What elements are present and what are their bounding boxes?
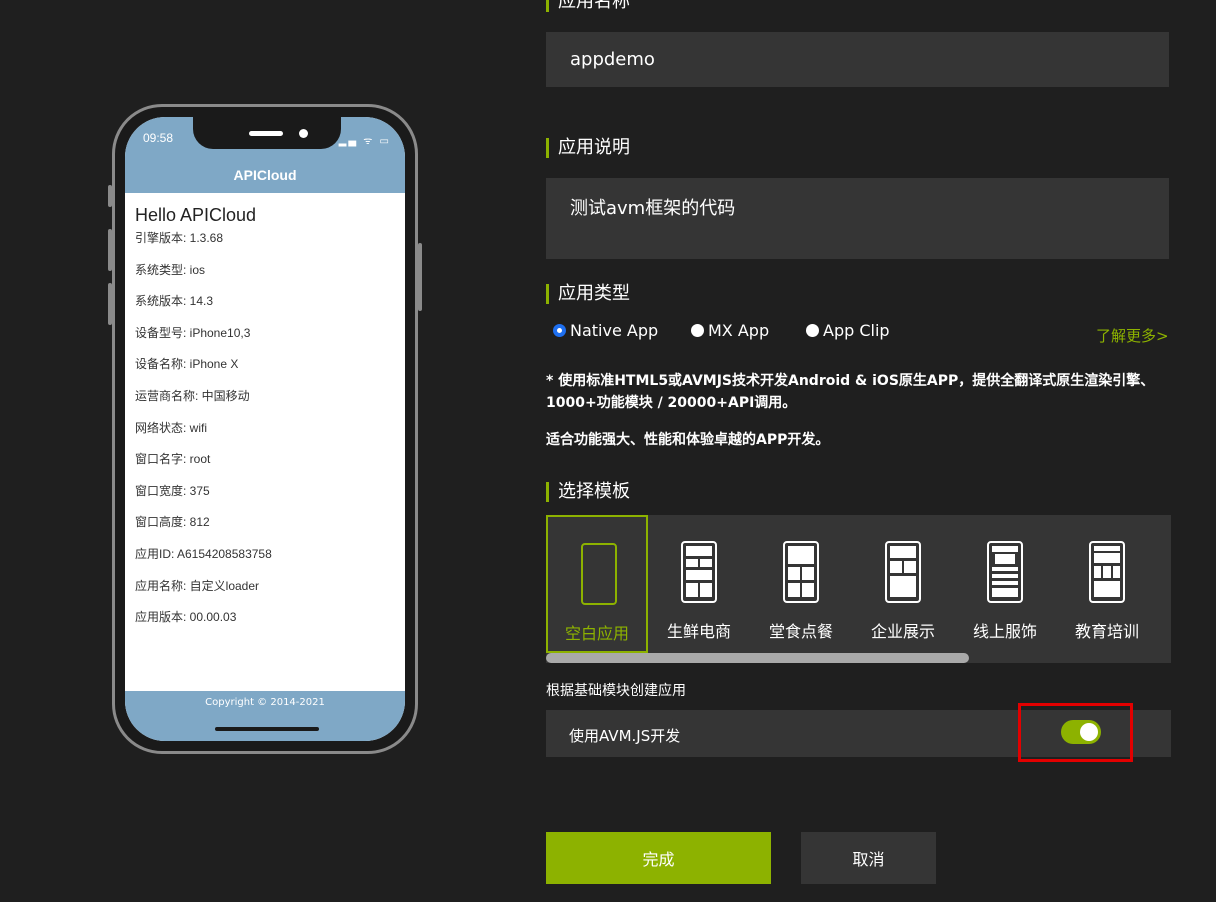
online-apparel-template-icon — [987, 541, 1023, 603]
radio-mx-app[interactable]: MX App — [691, 321, 769, 340]
learn-more-link[interactable]: 了解更多> — [1096, 325, 1169, 346]
app-desc-label: 应用说明 — [546, 138, 630, 158]
dine-in-order-template-icon — [783, 541, 819, 603]
radio-label: Native App — [570, 321, 659, 340]
template-label-text: 教育培训 — [1074, 622, 1139, 641]
speaker-icon — [249, 131, 283, 136]
avm-label: 使用AVM.JS开发 — [569, 727, 681, 745]
app-desc-textarea[interactable]: 测试avm框架的代码 — [546, 178, 1169, 259]
template-label-text: 线上服饰 — [972, 622, 1037, 641]
radio-selected-icon — [553, 324, 566, 337]
phone-screen: 09:58 ▂▄ ᯤ ▭ APICloud Hello APICloud 引擎版… — [125, 117, 405, 741]
status-time: 09:58 — [143, 131, 174, 145]
info-row: 系统版本: 14.3 — [135, 294, 214, 309]
copyright-text: Copyright © 2014-2021 — [205, 697, 325, 708]
radio-unselected-icon — [691, 324, 704, 337]
template-label-text: 生鲜电商 — [666, 622, 731, 641]
template-label-text: 空白应用 — [564, 624, 629, 643]
template-card-education[interactable]: 教育培训 — [1056, 515, 1158, 653]
app-type-label: 应用类型 — [546, 284, 630, 304]
template-card-fresh-ecommerce[interactable]: 生鲜电商 — [648, 515, 750, 653]
scrollbar-thumb[interactable] — [546, 653, 969, 663]
app-type-suitability: 适合功能强大、性能和体验卓越的APP开发。 — [546, 432, 830, 448]
blank-template-icon — [581, 543, 617, 605]
done-button[interactable]: 完成 — [546, 832, 771, 884]
phone-preview: 09:58 ▂▄ ᯤ ▭ APICloud Hello APICloud 引擎版… — [108, 104, 422, 754]
fresh-ecommerce-template-icon — [681, 541, 717, 603]
highlight-box — [1018, 703, 1133, 762]
template-scrollbar[interactable] — [546, 653, 1171, 663]
phone-volume-down — [108, 283, 112, 325]
info-row: 应用名称: 自定义loader — [135, 578, 260, 593]
info-row: 系统类型: ios — [135, 262, 206, 277]
template-label: 选择模板 — [546, 482, 630, 502]
status-icons: ▂▄ ᯤ ▭ — [338, 136, 391, 147]
phone-header: 09:58 ▂▄ ᯤ ▭ APICloud — [125, 117, 405, 193]
template-card-apparel[interactable]: 线上服饰 — [954, 515, 1056, 653]
info-row: 运营商名称: 中国移动 — [135, 388, 250, 403]
app-type-description: * 使用标准HTML5或AVMJS技术开发Android & iOS原生APP，… — [546, 373, 1155, 411]
phone-mute-switch — [108, 185, 112, 207]
radio-native-app[interactable]: Native App — [553, 321, 658, 340]
phone-volume-up — [108, 229, 112, 271]
enterprise-showcase-template-icon — [885, 541, 921, 603]
phone-app-title: APICloud — [233, 167, 297, 183]
app-name-label: 应用名称 — [546, 0, 630, 12]
template-card-blank[interactable]: 空白应用 — [546, 515, 648, 653]
info-row: 网络状态: wifi — [135, 420, 208, 435]
info-row: 设备名称: iPhone X — [135, 357, 239, 372]
info-row: 窗口高度: 812 — [135, 515, 210, 530]
cancel-button[interactable]: 取消 — [801, 832, 936, 884]
template-label-text: 企业展示 — [870, 622, 935, 641]
app-name-input[interactable]: appdemo — [546, 32, 1169, 87]
template-card-enterprise[interactable]: 企业展示 — [852, 515, 954, 653]
template-label-text: 堂食点餐 — [768, 622, 833, 641]
info-row: 窗口宽度: 375 — [135, 483, 210, 498]
info-row: 应用ID: A6154208583758 — [135, 546, 272, 561]
base-module-note: 根据基础模块创建应用 — [546, 683, 686, 699]
radio-unselected-icon — [806, 324, 819, 337]
phone-notch — [193, 117, 341, 149]
info-row: 应用版本: 00.00.03 — [135, 610, 237, 625]
template-card-dine-in[interactable]: 堂食点餐 — [750, 515, 852, 653]
radio-app-clip[interactable]: App Clip — [806, 321, 890, 340]
info-row: 窗口名字: root — [135, 452, 211, 467]
phone-content: Hello APICloud 引擎版本: 1.3.68 系统类型: ios 系统… — [135, 205, 399, 641]
radio-label: MX App — [708, 321, 770, 340]
template-list: 空白应用 生鲜电商 堂食点餐 企业展示 线上服饰 教育培训 — [546, 515, 1171, 653]
radio-label: App Clip — [823, 321, 890, 340]
hello-heading: Hello APICloud — [135, 205, 257, 225]
info-row: 设备型号: iPhone10,3 — [135, 325, 251, 340]
education-training-template-icon — [1089, 541, 1125, 603]
home-indicator — [215, 727, 319, 731]
phone-power-button — [418, 243, 422, 311]
phone-footer: Copyright © 2014-2021 — [125, 691, 405, 741]
info-row: 引擎版本: 1.3.68 — [135, 231, 224, 245]
camera-icon — [299, 129, 308, 138]
